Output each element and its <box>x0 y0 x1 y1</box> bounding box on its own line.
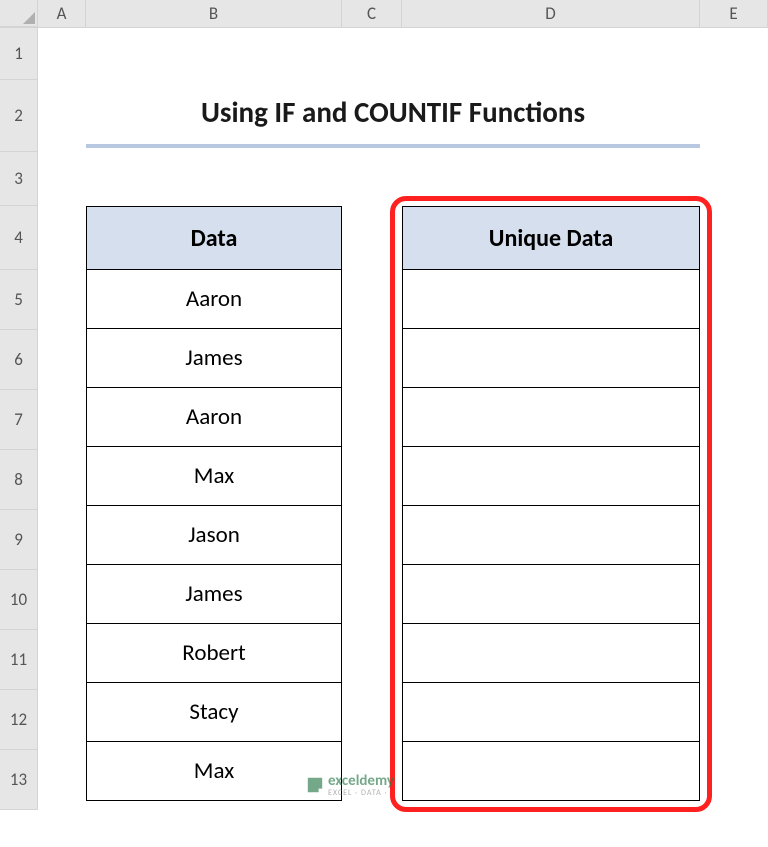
table-b-cell[interactable]: Aaron <box>86 387 342 447</box>
col-header-D[interactable]: D <box>402 0 700 27</box>
table-d-cell[interactable] <box>402 328 700 388</box>
row-header-3[interactable]: 3 <box>0 152 38 206</box>
col-header-B[interactable]: B <box>86 0 342 27</box>
table-d-cell[interactable] <box>402 741 700 801</box>
row-header-11[interactable]: 11 <box>0 630 38 690</box>
table-d-cell[interactable] <box>402 682 700 742</box>
watermark-icon <box>306 776 324 794</box>
table-b-header[interactable]: Data <box>86 206 342 270</box>
watermark-tag: EXCEL · DATA · <box>328 788 394 798</box>
table-d-cell[interactable] <box>402 269 700 329</box>
spreadsheet-grid: A B C D E 1 2 3 4 5 6 7 8 9 10 11 12 13 … <box>0 0 768 847</box>
table-d-header[interactable]: Unique Data <box>402 206 700 270</box>
row-headers: 1 2 3 4 5 6 7 8 9 10 11 12 13 <box>0 28 38 810</box>
row-header-7[interactable]: 7 <box>0 390 38 450</box>
table-b-cell[interactable]: James <box>86 564 342 624</box>
select-all-corner[interactable] <box>0 0 38 27</box>
table-b-cell[interactable]: Aaron <box>86 269 342 329</box>
row-header-6[interactable]: 6 <box>0 330 38 390</box>
table-b-cell[interactable]: Max <box>86 741 342 801</box>
col-header-E[interactable]: E <box>700 0 768 27</box>
table-d-cell[interactable] <box>402 446 700 506</box>
row-header-5[interactable]: 5 <box>0 270 38 330</box>
watermark: exceldemy EXCEL · DATA · <box>306 772 394 798</box>
col-header-A[interactable]: A <box>38 0 86 27</box>
page-title: Using IF and COUNTIF Functions <box>86 80 700 148</box>
row-header-8[interactable]: 8 <box>0 450 38 510</box>
table-b-cell[interactable]: Stacy <box>86 682 342 742</box>
table-b-cell[interactable]: James <box>86 328 342 388</box>
row-header-1[interactable]: 1 <box>0 28 38 80</box>
row-header-4[interactable]: 4 <box>0 206 38 270</box>
table-d-cell[interactable] <box>402 387 700 447</box>
table-b-cell[interactable]: Robert <box>86 623 342 683</box>
col-header-C[interactable]: C <box>342 0 402 27</box>
row-header-10[interactable]: 10 <box>0 570 38 630</box>
table-d-cell[interactable] <box>402 505 700 565</box>
table-b-cell[interactable]: Max <box>86 446 342 506</box>
select-all-icon <box>23 12 35 24</box>
row-header-2[interactable]: 2 <box>0 80 38 152</box>
column-headers: A B C D E <box>0 0 768 28</box>
row-header-13[interactable]: 13 <box>0 750 38 810</box>
row-header-9[interactable]: 9 <box>0 510 38 570</box>
row-header-12[interactable]: 12 <box>0 690 38 750</box>
table-d-cell[interactable] <box>402 623 700 683</box>
table-d-cell[interactable] <box>402 564 700 624</box>
table-b-cell[interactable]: Jason <box>86 505 342 565</box>
